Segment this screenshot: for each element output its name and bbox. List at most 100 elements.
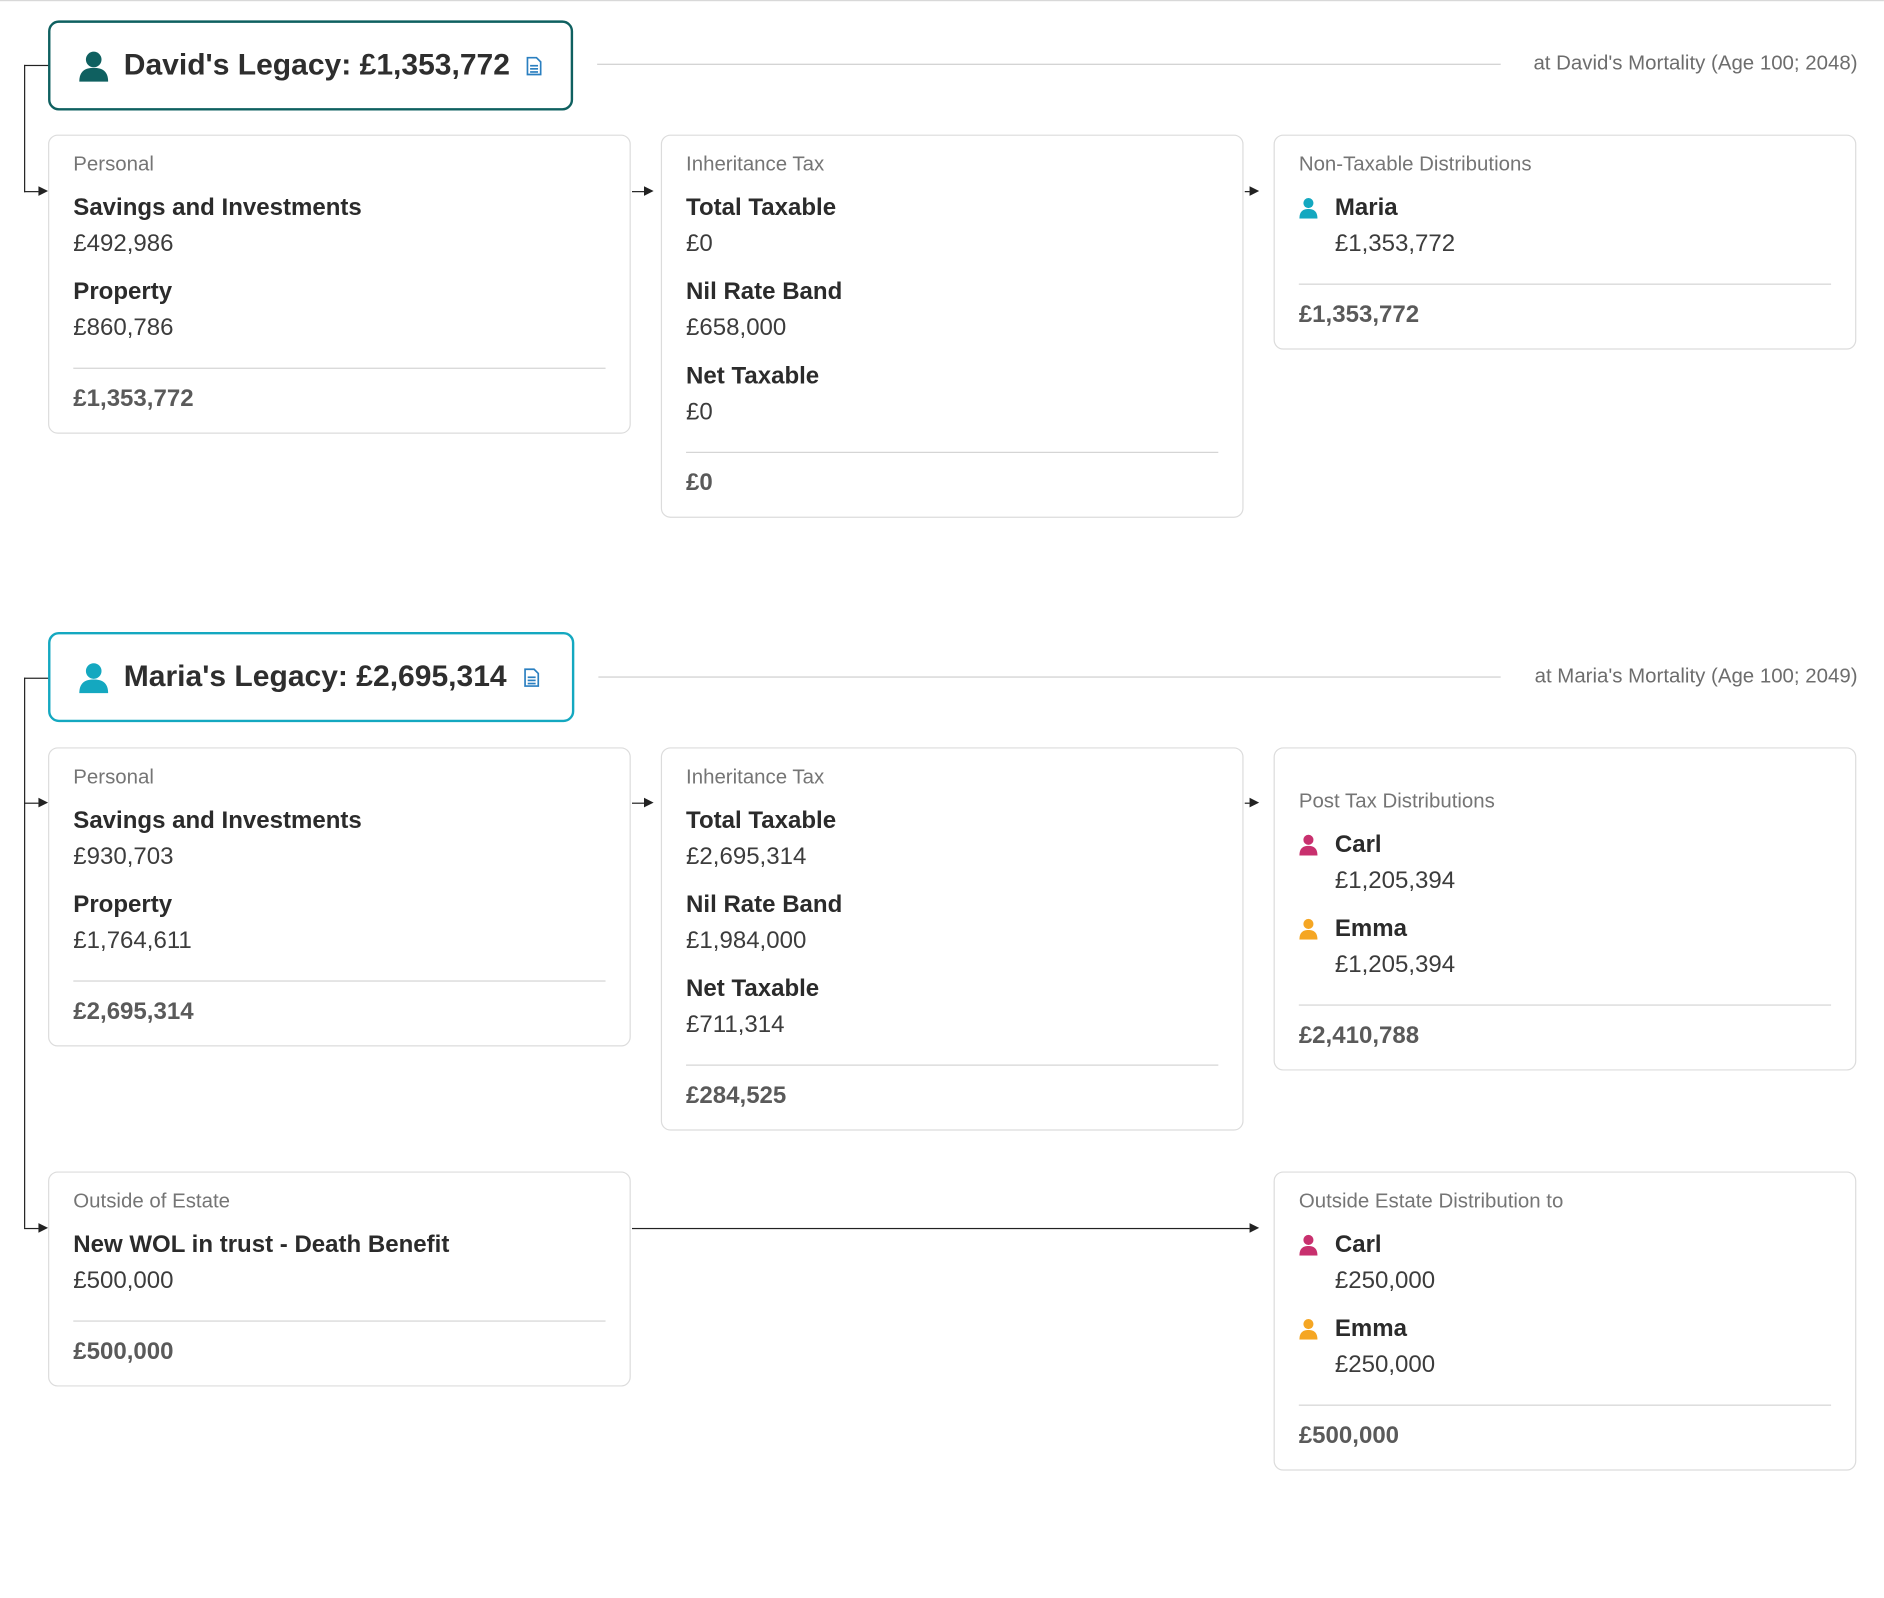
item-value: £500,000	[73, 1267, 174, 1295]
item-value: £658,000	[686, 314, 787, 342]
item-value: £250,000	[1334, 1351, 1436, 1379]
connector-line	[631, 191, 645, 193]
card-divider	[1298, 1404, 1832, 1406]
beneficiary-name: Emma	[1334, 915, 1407, 942]
item-value: £0	[686, 230, 713, 258]
card-divider	[73, 1320, 606, 1322]
top-divider	[0, 0, 1884, 2]
asset-item: New WOL in trust - Death Benefit £500,00…	[73, 1227, 605, 1299]
david-tax-card: Inheritance Tax Total Taxable £0 Nil Rat…	[660, 134, 1244, 518]
maria-distribution-card: Post Tax Distributions Carl £1,205,394 E…	[1273, 747, 1857, 1071]
card-total: £2,410,788	[1298, 1022, 1420, 1049]
tax-item: Net Taxable £0	[686, 358, 1218, 430]
item-value: £930,703	[73, 843, 174, 870]
card-total: £2,695,314	[73, 998, 194, 1025]
item-value: £0	[686, 398, 713, 426]
card-divider	[1298, 283, 1832, 285]
arrow-icon	[644, 186, 654, 196]
connector-line	[631, 802, 645, 804]
arrow-icon	[38, 1223, 49, 1233]
item-label: Net Taxable	[686, 975, 820, 1003]
arrow-icon	[1249, 797, 1260, 808]
beneficiary-name: Emma	[1334, 1315, 1407, 1343]
user-icon	[79, 51, 109, 82]
item-value: £860,786	[73, 314, 174, 342]
david-distribution-card: Non-Taxable Distributions Maria £1,353,7…	[1273, 134, 1857, 350]
card-category: Inheritance Tax	[686, 152, 825, 176]
beneficiary-name: Maria	[1334, 194, 1398, 222]
item-label: Total Taxable	[686, 807, 837, 834]
maria-personal-card: Personal Savings and Investments £930,70…	[48, 747, 631, 1047]
legacy-flow-diagram: David's Legacy: £1,353,772 at David's Mo…	[0, 0, 1884, 1598]
beneficiary-name: Carl	[1334, 831, 1382, 858]
arrow-icon	[1249, 1223, 1260, 1233]
card-category: Outside of Estate	[73, 1189, 230, 1213]
item-label: Savings and Investments	[73, 807, 362, 834]
item-label: Net Taxable	[686, 362, 820, 390]
legacy-title: Maria's Legacy: £2,695,314	[123, 659, 507, 694]
maria-outside-estate-card: Outside of Estate New WOL in trust - Dea…	[48, 1171, 631, 1387]
header-separator	[597, 63, 1501, 65]
item-label: Nil Rate Band	[686, 891, 843, 918]
card-divider	[73, 980, 606, 982]
tax-item: Total Taxable £0	[686, 190, 1218, 262]
card-category: Personal	[73, 765, 154, 789]
arrow-icon	[38, 186, 49, 196]
item-value: £711,314	[686, 1011, 785, 1039]
card-total: £500,000	[1298, 1422, 1400, 1450]
item-value: £1,205,394	[1334, 951, 1456, 979]
person-icon	[1299, 1319, 1318, 1340]
beneficiary-item: Carl £1,205,394	[1299, 827, 1831, 899]
item-value: £250,000	[1334, 1267, 1436, 1295]
item-label: Property	[73, 278, 173, 306]
arrow-icon	[644, 797, 654, 808]
card-divider	[686, 1064, 1219, 1066]
item-value: £1,205,394	[1334, 867, 1456, 894]
card-category: Post Tax Distributions	[1298, 789, 1495, 813]
person-icon	[1299, 198, 1318, 219]
item-label: Total Taxable	[686, 194, 837, 222]
item-value: £1,764,611	[73, 927, 192, 954]
beneficiary-item: Emma £250,000	[1299, 1311, 1831, 1383]
beneficiary-item: Maria £1,353,772	[1299, 190, 1831, 262]
connector-line	[24, 64, 50, 67]
person-icon	[1299, 834, 1318, 856]
person-icon	[1299, 918, 1318, 940]
user-icon	[79, 662, 109, 693]
arrow-icon	[38, 797, 49, 808]
connector-line	[24, 802, 39, 804]
asset-item: Property £1,764,611	[73, 887, 605, 959]
legacy-title: David's Legacy: £1,353,772	[123, 48, 510, 82]
beneficiary-item: Emma £1,205,394	[1299, 911, 1831, 983]
david-legacy-header[interactable]: David's Legacy: £1,353,772	[48, 20, 574, 111]
asset-item: Savings and Investments £492,986	[73, 190, 605, 262]
card-total: £284,525	[686, 1082, 787, 1109]
beneficiary-label: Maria	[1299, 190, 1831, 226]
card-category: Personal	[73, 152, 154, 176]
maria-outside-distribution-card: Outside Estate Distribution to Carl £250…	[1273, 1171, 1857, 1471]
card-total: £0	[686, 469, 713, 497]
document-icon[interactable]	[523, 667, 539, 687]
item-value: £492,986	[73, 230, 174, 258]
connector-line	[24, 677, 50, 679]
david-personal-card: Personal Savings and Investments £492,98…	[48, 134, 631, 434]
tax-item: Total Taxable £2,695,314	[686, 803, 1218, 875]
card-total: £1,353,772	[73, 385, 194, 413]
asset-item: Savings and Investments £930,703	[73, 803, 605, 875]
card-divider	[1298, 1004, 1832, 1006]
tax-item: Nil Rate Band £658,000	[686, 274, 1218, 346]
beneficiary-label: Emma	[1299, 1311, 1831, 1347]
item-value: £1,353,772	[1334, 230, 1456, 258]
maria-legacy-header[interactable]: Maria's Legacy: £2,695,314	[48, 631, 575, 723]
mortality-caption: at Maria's Mortality (Age 100; 2049)	[1534, 664, 1858, 688]
card-total: £500,000	[73, 1338, 174, 1365]
beneficiary-item: Carl £250,000	[1299, 1227, 1831, 1299]
document-icon[interactable]	[527, 56, 543, 75]
card-category: Inheritance Tax	[686, 765, 825, 789]
item-value: £2,695,314	[686, 843, 807, 870]
item-label: Savings and Investments	[73, 194, 362, 222]
arrow-icon	[1249, 186, 1260, 196]
beneficiary-label: Carl	[1299, 1227, 1831, 1263]
item-label: Property	[73, 891, 173, 918]
tax-item: Nil Rate Band £1,984,000	[686, 887, 1218, 959]
